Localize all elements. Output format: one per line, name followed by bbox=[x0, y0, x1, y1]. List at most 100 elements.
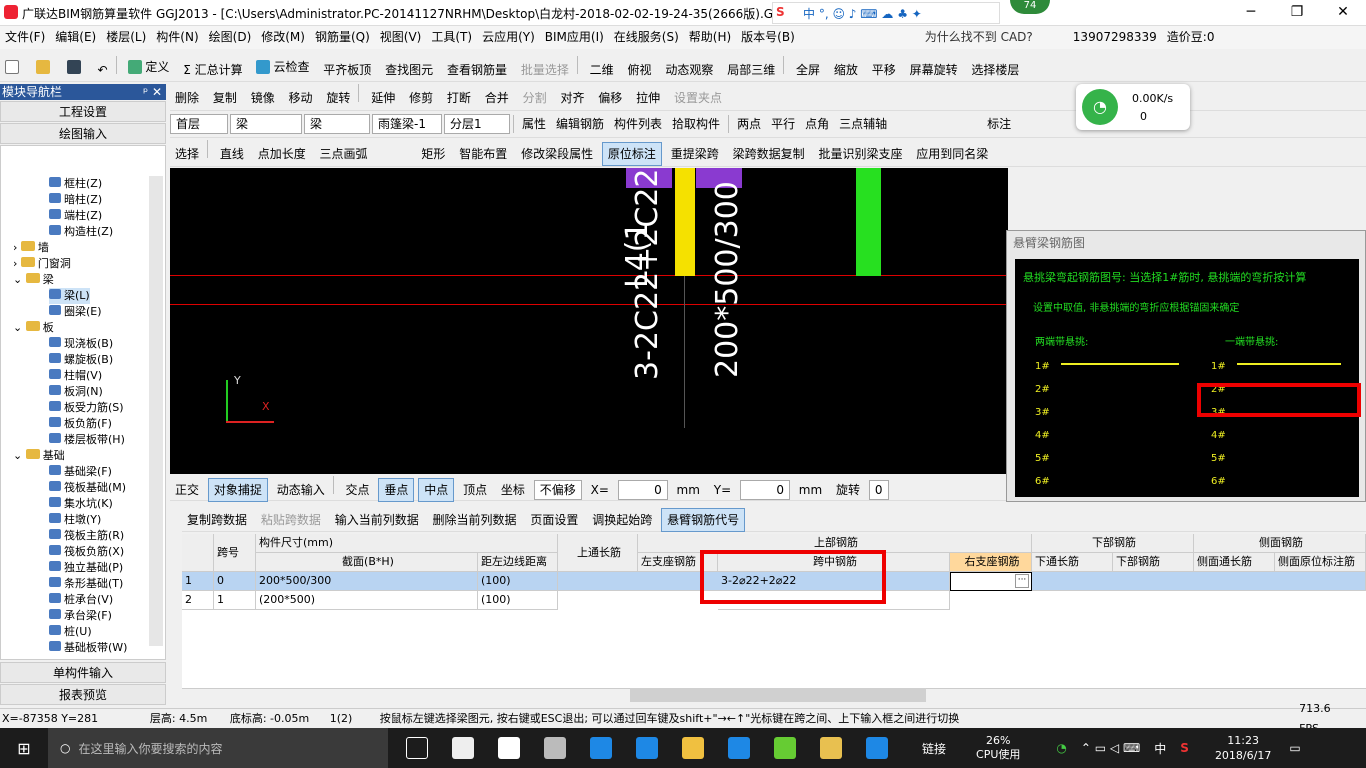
vertex-button[interactable]: 顶点 bbox=[458, 478, 492, 502]
tree-item[interactable]: 构造柱(Z) bbox=[49, 224, 113, 240]
clock[interactable]: 11:23 2018/6/17 bbox=[1215, 733, 1271, 763]
menu-file[interactable]: 文件(F) bbox=[0, 26, 50, 49]
tree-item[interactable]: 承台梁(F) bbox=[49, 608, 112, 624]
level-slab-button[interactable]: 平齐板顶 bbox=[318, 58, 376, 82]
pick-component-button[interactable]: 拾取构件 bbox=[667, 112, 725, 136]
ellipsis-icon[interactable]: ··· bbox=[1015, 574, 1029, 588]
ime-lang[interactable]: 中 bbox=[1154, 740, 1166, 757]
trim-button[interactable]: 修剪 bbox=[404, 86, 438, 110]
cell-right-support-input[interactable]: ··· bbox=[950, 572, 1032, 591]
tree-item[interactable]: 桩(U) bbox=[49, 624, 92, 640]
stretch-button[interactable]: 拉伸 bbox=[631, 86, 665, 110]
nav-report-preview[interactable]: 报表预览 bbox=[0, 684, 166, 705]
app-icon[interactable] bbox=[452, 737, 474, 759]
cell-section[interactable]: (200*500) bbox=[256, 591, 478, 610]
network-icon[interactable]: ◔ bbox=[1056, 741, 1066, 755]
nav-project-settings[interactable]: 工程设置 bbox=[0, 101, 166, 122]
cpu-usage[interactable]: 26% CPU使用 bbox=[976, 734, 1020, 762]
y-input[interactable]: 0 bbox=[739, 480, 790, 500]
help-link[interactable]: 为什么找不到 CAD? bbox=[920, 26, 1038, 49]
mirror-button[interactable]: 镜像 bbox=[246, 86, 280, 110]
modify-span-button[interactable]: 修改梁段属性 bbox=[516, 142, 598, 166]
app-icon[interactable] bbox=[544, 737, 566, 759]
2d-dropdown[interactable]: 二维 bbox=[585, 58, 619, 82]
ortho-button[interactable]: 正交 bbox=[170, 478, 204, 502]
apply-same-name-button[interactable]: 应用到同名梁 bbox=[911, 142, 993, 166]
define-button[interactable]: 定义 bbox=[123, 55, 174, 79]
nav-single-input[interactable]: 单构件输入 bbox=[0, 662, 166, 683]
cell-section[interactable]: 200*500/300 bbox=[256, 572, 478, 591]
task-view-icon[interactable] bbox=[406, 737, 428, 759]
nav-draw-input[interactable]: 绘图输入 bbox=[0, 123, 166, 144]
fullscreen-button[interactable]: 全屏 bbox=[791, 58, 825, 82]
app-icon[interactable] bbox=[774, 737, 796, 759]
redo-span-button[interactable]: 重提梁跨 bbox=[666, 142, 724, 166]
tray-icons[interactable]: ⌃ ▭ ◁ ⌨ bbox=[1081, 741, 1140, 755]
three-point-arc-button[interactable]: 三点画弧 bbox=[315, 142, 373, 166]
taskbar-search[interactable]: ○ 在这里输入你要搜索的内容 bbox=[48, 728, 388, 768]
edge-icon[interactable] bbox=[498, 737, 520, 759]
tree-item[interactable]: 框柱(Z) bbox=[49, 176, 102, 192]
delete-button[interactable]: 删除 bbox=[170, 86, 204, 110]
ie-icon[interactable] bbox=[636, 737, 658, 759]
ime-toolbar[interactable]: S 中 °, ☺ ♪ ⌨ ☁ ♣ ✦ bbox=[772, 2, 1000, 24]
cell-span[interactable]: 0 bbox=[214, 572, 256, 591]
taskbar-link[interactable]: 链接 bbox=[922, 740, 946, 757]
rectangle-button[interactable]: 矩形 bbox=[416, 142, 450, 166]
layer-select[interactable]: 分层1 bbox=[444, 114, 510, 134]
cell-distance[interactable]: (100) bbox=[478, 572, 558, 591]
batch-select-button[interactable]: 批量选择 bbox=[516, 58, 574, 82]
menu-edit[interactable]: 编辑(E) bbox=[50, 26, 101, 49]
local-3d-button[interactable]: 局部三维 bbox=[722, 58, 780, 82]
in-place-annotation-button[interactable]: 原位标注 bbox=[601, 142, 662, 166]
nav-pin-icon[interactable]: ᵖ ✕ bbox=[143, 84, 162, 100]
menu-bim[interactable]: BIM应用(I) bbox=[540, 26, 609, 49]
tree-item[interactable]: 楼层板带(H) bbox=[49, 432, 125, 448]
intersect-button[interactable]: 交点 bbox=[341, 478, 375, 502]
tree-item[interactable]: 条形基础(T) bbox=[49, 576, 123, 592]
align-button[interactable]: 对齐 bbox=[555, 86, 589, 110]
tree-item[interactable]: 集水坑(K) bbox=[49, 496, 113, 512]
midpoint-button[interactable]: 中点 bbox=[418, 478, 455, 502]
copy-span-button[interactable]: 复制跨数据 bbox=[182, 508, 252, 532]
menu-floor[interactable]: 楼层(L) bbox=[101, 26, 151, 49]
tree-item[interactable]: 基础板带(W) bbox=[49, 640, 127, 656]
cell-span[interactable]: 1 bbox=[214, 591, 256, 610]
paste-span-button[interactable]: 粘贴跨数据 bbox=[256, 508, 326, 532]
point-length-button[interactable]: 点加长度 bbox=[253, 142, 311, 166]
tree-item[interactable]: 筏板基础(M) bbox=[49, 480, 126, 496]
tree-item[interactable]: 端柱(Z) bbox=[49, 208, 102, 224]
zoom-button[interactable]: 缩放 bbox=[829, 58, 863, 82]
cell-distance[interactable]: (100) bbox=[478, 591, 558, 610]
select-floor-button[interactable]: 选择楼层 bbox=[966, 58, 1024, 82]
drawing-canvas[interactable]: L4(1 3-2C22+2C22 200*500/300 Y X bbox=[170, 168, 1008, 474]
top-view-button[interactable]: 俯视 bbox=[623, 58, 657, 82]
tree-item[interactable]: 桩承台(V) bbox=[49, 592, 113, 608]
menu-modify[interactable]: 修改(M) bbox=[256, 26, 310, 49]
browser-icon[interactable] bbox=[590, 737, 612, 759]
menu-online[interactable]: 在线服务(S) bbox=[609, 26, 684, 49]
glodon-icon[interactable] bbox=[728, 737, 750, 759]
tree-folder[interactable]: ⌄ 板 bbox=[13, 320, 54, 336]
tree-folder[interactable]: ⌄ 基础 bbox=[13, 448, 65, 464]
menu-help[interactable]: 帮助(H) bbox=[684, 26, 736, 49]
split-button[interactable]: 分割 bbox=[518, 86, 552, 110]
tree-item[interactable]: 筏板主筋(R) bbox=[49, 528, 124, 544]
find-element-button[interactable]: 查找图元 bbox=[380, 58, 438, 82]
copy-button[interactable]: 复制 bbox=[208, 86, 242, 110]
app-icon[interactable] bbox=[820, 737, 842, 759]
component-list-button[interactable]: 构件列表 bbox=[609, 112, 667, 136]
tree-item-selected[interactable]: 梁(L) bbox=[49, 288, 90, 304]
tree-item[interactable]: 柱帽(V) bbox=[49, 368, 102, 384]
copy-span-data-button[interactable]: 梁跨数据复制 bbox=[728, 142, 810, 166]
rotate-input[interactable]: 0 bbox=[868, 480, 889, 500]
tree-item[interactable]: 现浇板(B) bbox=[49, 336, 113, 352]
page-setup-button[interactable]: 页面设置 bbox=[525, 508, 583, 532]
tree-item[interactable]: 圈梁(E) bbox=[49, 304, 102, 320]
merge-button[interactable]: 合并 bbox=[480, 86, 514, 110]
app-icon[interactable] bbox=[866, 737, 888, 759]
subtype-select[interactable]: 梁 bbox=[304, 114, 370, 134]
maximize-button[interactable]: ❐ bbox=[1274, 0, 1320, 26]
extend-button[interactable]: 延伸 bbox=[366, 86, 400, 110]
dynamic-input-button[interactable]: 动态输入 bbox=[272, 478, 330, 502]
